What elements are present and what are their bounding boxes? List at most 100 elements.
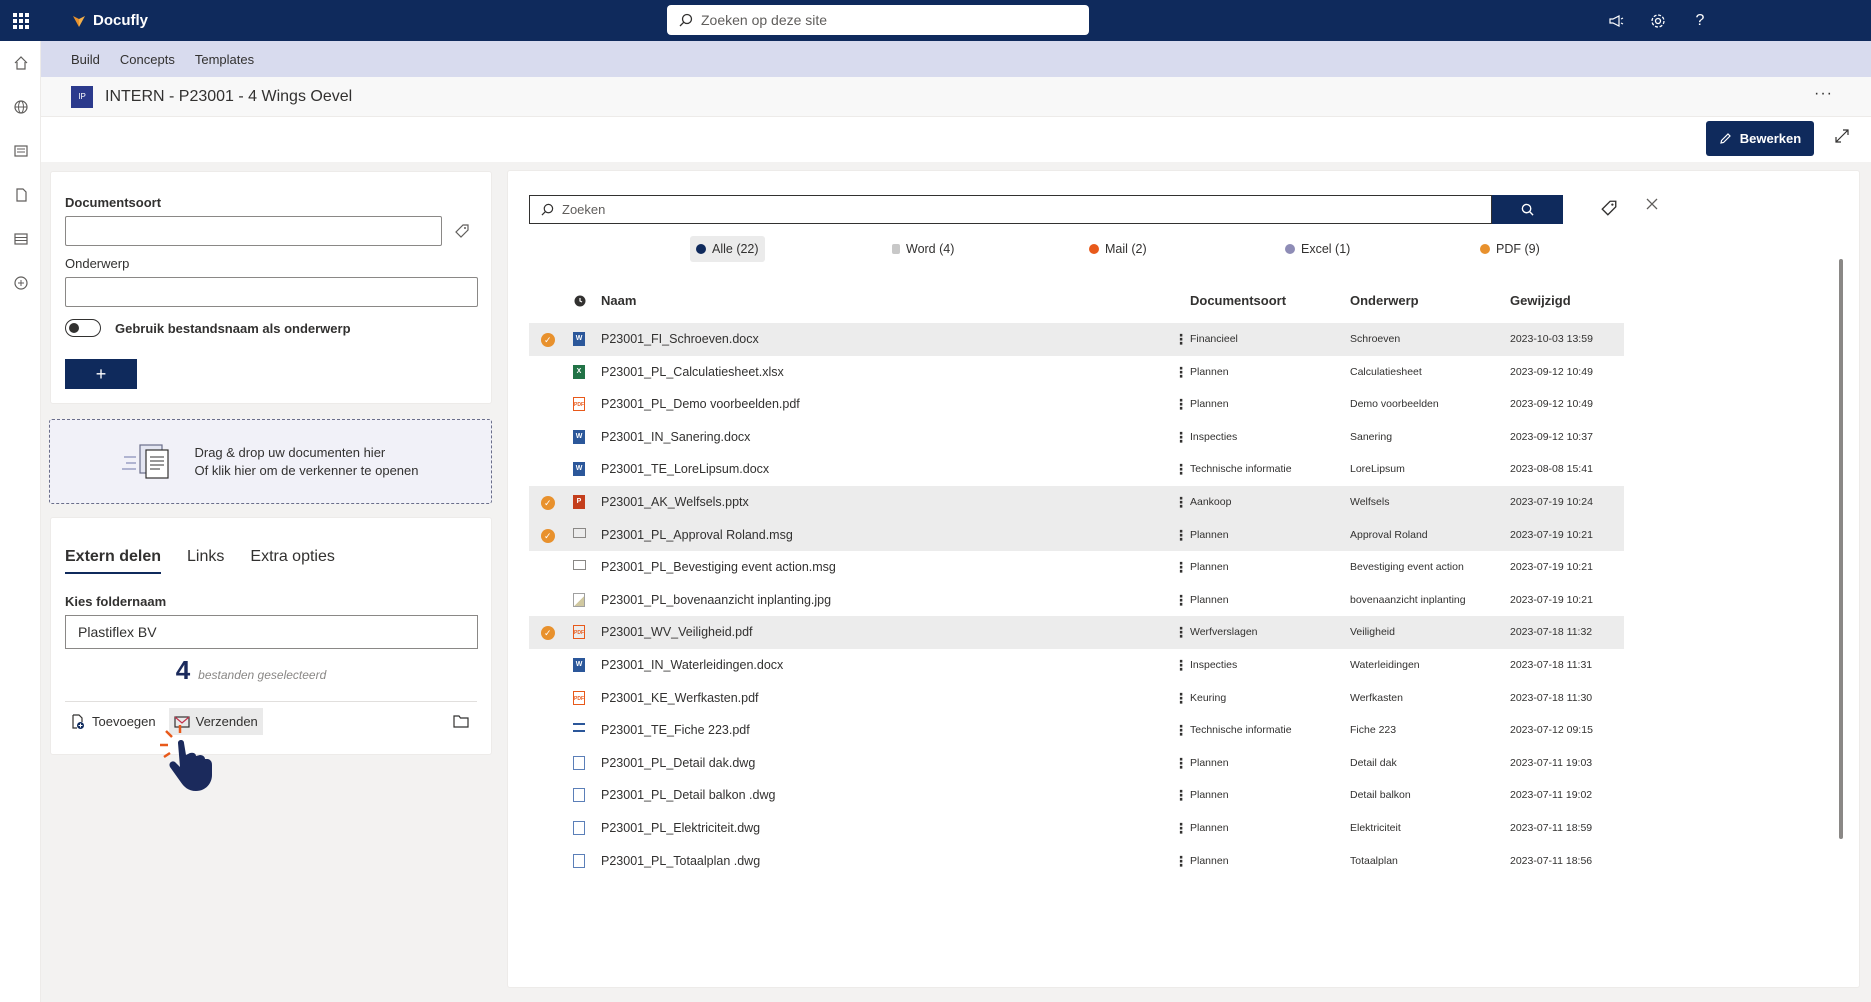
globe-icon[interactable] [0,85,41,129]
nav-concepts[interactable]: Concepts [120,52,175,67]
row-more-icon[interactable]: ⋮ [1174,779,1188,811]
library-search-button[interactable] [1492,195,1563,224]
filter-mail[interactable]: Mail (2) [1083,236,1153,262]
column-header-modified[interactable]: Gewijzigd [1510,288,1571,314]
folder-icon[interactable] [453,714,469,728]
row-more-icon[interactable]: ⋮ [1174,519,1188,551]
file-name[interactable]: P23001_PL_Detail balkon .dwg [601,779,775,811]
column-header-subject[interactable]: Onderwerp [1350,288,1419,314]
row-more-icon[interactable]: ⋮ [1174,486,1188,518]
row-more-icon[interactable]: ⋮ [1174,649,1188,681]
doctype-field[interactable] [65,216,442,246]
tag-icon[interactable] [454,223,470,239]
tab-extern-delen[interactable]: Extern delen [65,548,162,574]
folder-name-input[interactable]: Plastiflex BV [65,615,478,649]
filename-as-subject-toggle[interactable] [65,319,101,337]
add-files-button[interactable]: Toevoegen [65,708,161,736]
row-more-icon[interactable]: ⋮ [1174,388,1188,420]
app-launcher-icon[interactable] [0,0,41,41]
file-dropzone[interactable]: Drag & drop uw documenten hier Of klik h… [49,419,492,504]
row-more-icon[interactable]: ⋮ [1174,682,1188,714]
row-more-icon[interactable]: ⋮ [1174,714,1188,746]
filter-excel[interactable]: Excel (1) [1279,236,1356,262]
tab-extra-opties[interactable]: Extra opties [250,548,334,574]
file-name[interactable]: P23001_PL_Totaalplan .dwg [601,845,760,877]
row-more-icon[interactable]: ⋮ [1174,584,1188,616]
table-row[interactable]: P P23001_AK_Welfsels.pptx Aankoop Welfsels 2… [529,485,1624,519]
row-more-icon[interactable]: ⋮ [1174,551,1188,583]
row-more-icon[interactable]: ⋮ [1174,323,1188,355]
add-button[interactable]: + [65,359,137,389]
list-icon[interactable] [0,217,41,261]
row-more-icon[interactable]: ⋮ [1174,812,1188,844]
close-icon[interactable] [1646,198,1658,210]
nav-build[interactable]: Build [71,52,100,67]
site-title[interactable]: INTERN - P23001 - 4 Wings Oevel [105,88,352,106]
table-row[interactable]: PDF P23001_WV_Veiligheid.pdf Werfverslagen… [529,616,1624,649]
file-name[interactable]: P23001_TE_Fiche 223.pdf [601,714,750,746]
selected-check-icon[interactable] [541,617,555,649]
table-row[interactable]: P23001_PL_bovenaanzicht inplanting.jpg Pl… [529,584,1624,617]
table-row[interactable]: P23001_PL_Totaalplan .dwg Plannen Totaalpl… [529,845,1624,878]
file-name[interactable]: P23001_PL_Calculatiesheet.xlsx [601,356,784,388]
site-search-input[interactable]: Zoeken op deze site [667,5,1089,35]
column-header-doctype[interactable]: Documentsoort [1190,288,1286,314]
tab-links[interactable]: Links [187,548,224,574]
table-row[interactable]: P23001_PL_Detail dak.dwg Plannen Detail da… [529,747,1624,780]
nav-templates[interactable]: Templates [195,52,254,67]
row-more-icon[interactable]: ⋮ [1174,356,1188,388]
table-row[interactable]: W P23001_IN_Waterleidingen.docx Inspecties… [529,649,1624,682]
filter-word[interactable]: Word (4) [886,236,960,262]
file-name[interactable]: P23001_PL_bovenaanzicht inplanting.jpg [601,584,831,616]
filter-alle[interactable]: Alle (22) [690,236,765,262]
tag-filter-icon[interactable] [1600,199,1618,217]
table-row[interactable]: PDF P23001_KE_Werfkasten.pdf Keuring Werfka… [529,682,1624,715]
table-row[interactable]: P23001_PL_Detail balkon .dwg Plannen Detai… [529,779,1624,812]
vertical-scrollbar[interactable] [1839,259,1843,839]
file-name[interactable]: P23001_PL_Approval Roland.msg [601,519,793,551]
create-icon[interactable] [0,261,41,305]
table-row[interactable]: P23001_PL_Approval Roland.msg Plannen Appr… [529,518,1624,552]
home-icon[interactable] [0,41,41,85]
table-row[interactable]: W P23001_IN_Sanering.docx Inspecties Saneri… [529,421,1624,454]
library-search-input[interactable]: Zoeken [529,195,1492,224]
row-more-icon[interactable]: ⋮ [1174,421,1188,453]
table-row[interactable]: P23001_PL_Elektriciteit.dwg Plannen Elektr… [529,812,1624,845]
file-name[interactable]: P23001_IN_Sanering.docx [601,421,750,453]
table-row[interactable]: PDF P23001_PL_Demo voorbeelden.pdf Plannen… [529,388,1624,421]
table-row[interactable]: X P23001_PL_Calculatiesheet.xlsx Plannen Ca… [529,356,1624,389]
file-name[interactable]: P23001_PL_Demo voorbeelden.pdf [601,388,800,420]
file-name[interactable]: P23001_KE_Werfkasten.pdf [601,682,759,714]
expand-icon[interactable] [1835,129,1849,148]
file-name[interactable]: P23001_PL_Elektriciteit.dwg [601,812,760,844]
news-icon[interactable] [0,129,41,173]
file-name[interactable]: P23001_AK_Welfsels.pptx [601,486,749,518]
file-name[interactable]: P23001_PL_Detail dak.dwg [601,747,755,779]
subject-field[interactable] [65,277,478,307]
file-name[interactable]: P23001_PL_Bevestiging event action.msg [601,551,836,583]
file-name[interactable]: P23001_FI_Schroeven.docx [601,323,759,355]
row-more-icon[interactable]: ⋮ [1174,616,1188,648]
help-icon[interactable]: ? [1679,0,1721,41]
table-row[interactable]: P23001_PL_Bevestiging event action.msg Pl… [529,551,1624,584]
file-name[interactable]: P23001_TE_LoreLipsum.docx [601,453,769,485]
row-more-icon[interactable]: ⋮ [1174,453,1188,485]
selected-check-icon[interactable] [541,487,555,519]
more-options-icon[interactable]: ··· [1814,85,1833,103]
selected-check-icon[interactable] [541,520,555,552]
filter-pdf[interactable]: PDF (9) [1474,236,1546,262]
file-name[interactable]: P23001_IN_Waterleidingen.docx [601,649,783,681]
site-logo[interactable]: IP [71,85,93,108]
table-row[interactable]: W P23001_FI_Schroeven.docx Financieel Schro… [529,323,1624,356]
row-more-icon[interactable]: ⋮ [1174,747,1188,779]
column-header-name[interactable]: Naam [601,288,636,314]
megaphone-icon[interactable] [1595,0,1637,41]
table-row[interactable]: W P23001_TE_LoreLipsum.docx Technische inf… [529,453,1624,486]
settings-gear-icon[interactable] [1637,0,1679,41]
table-row[interactable]: P23001_TE_Fiche 223.pdf Technische inform… [529,714,1624,747]
brand[interactable]: Docufly [71,12,148,29]
selected-check-icon[interactable] [541,324,555,356]
edit-button[interactable]: Bewerken [1706,121,1814,156]
row-more-icon[interactable]: ⋮ [1174,845,1188,877]
document-icon[interactable] [0,173,41,217]
